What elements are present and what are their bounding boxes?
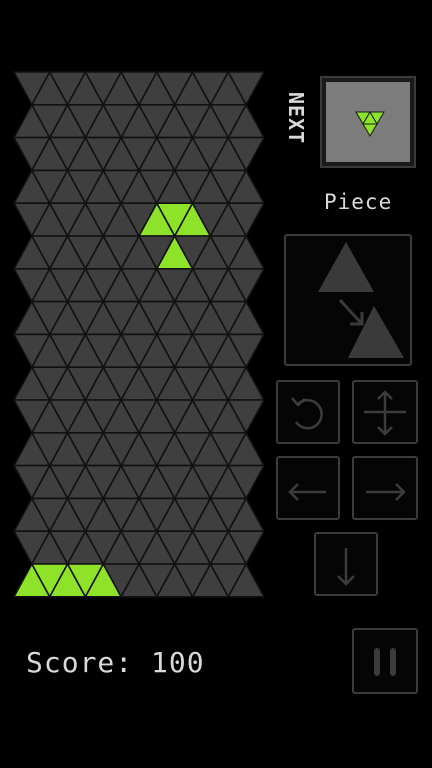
flip-button[interactable]: [352, 380, 418, 444]
preview-triangle-upper: [318, 242, 374, 292]
piece-label: Piece: [324, 190, 393, 214]
arrow-down-icon: [337, 548, 355, 586]
move-left-button[interactable]: [276, 456, 340, 520]
arrow-left-icon: [288, 483, 326, 501]
shadow-preview-panel[interactable]: [284, 234, 412, 366]
next-label: NEXT: [284, 92, 308, 145]
pause-button[interactable]: [352, 628, 418, 694]
diagonal-arrow-icon: [338, 298, 364, 326]
move-right-button[interactable]: [352, 456, 418, 520]
game-board[interactable]: [0, 0, 280, 610]
arrow-right-icon: [366, 483, 406, 501]
next-piece-preview: [320, 76, 416, 168]
pause-icon: [374, 648, 396, 676]
rotate-icon: [291, 397, 323, 430]
vertical-flip-icon: [364, 390, 406, 436]
rotate-button[interactable]: [276, 380, 340, 444]
drop-button[interactable]: [314, 532, 378, 596]
next-piece-cell: [362, 123, 378, 137]
preview-triangle-lower: [348, 306, 404, 358]
score-display: Score: 100: [26, 646, 205, 679]
